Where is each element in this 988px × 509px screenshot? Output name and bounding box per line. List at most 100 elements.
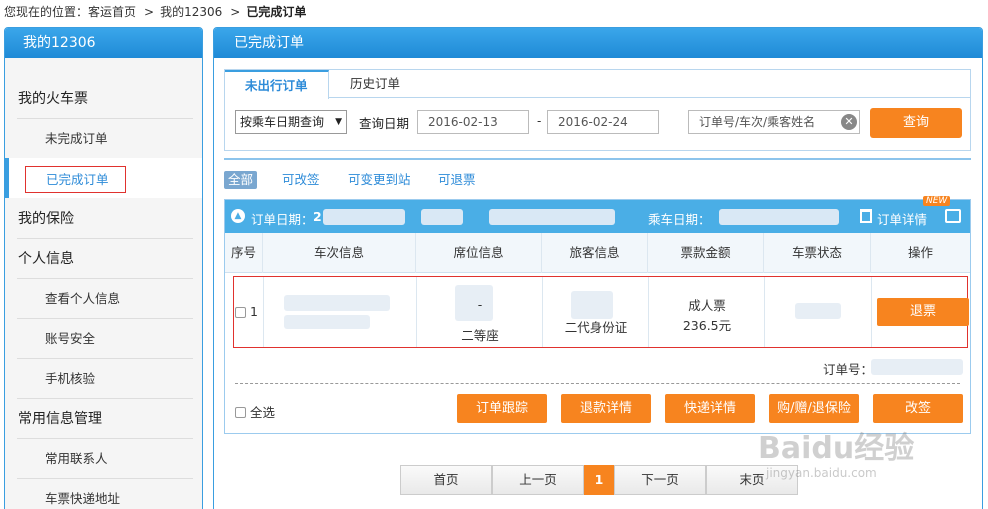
clear-icon[interactable]: ✕ bbox=[841, 114, 857, 130]
breadcrumb-link-home[interactable]: 客运首页 bbox=[88, 5, 136, 19]
order-tabs-box: 未出行订单 历史订单 按乘车日期查询 ▼ 查询日期 2016-02-13 - 2… bbox=[224, 69, 971, 151]
sidebar-item-delivery-address[interactable]: 车票快递地址 bbox=[17, 479, 193, 509]
select-all-checkbox[interactable] bbox=[235, 407, 246, 418]
col-ticket-status: 车票状态 bbox=[764, 233, 871, 273]
sidebar-item-completed-orders[interactable]: 已完成订单 bbox=[25, 166, 126, 193]
order-search-input[interactable]: 订单号/车次/乘客姓名 ✕ bbox=[688, 110, 860, 134]
row-checkbox[interactable] bbox=[235, 307, 246, 318]
sidebar-title: 我的12306 bbox=[5, 28, 202, 58]
watermark-logo: Baidu经验 bbox=[758, 431, 915, 466]
sidebar-group-common-info[interactable]: 常用信息管理 bbox=[17, 399, 193, 439]
redacted-order-number bbox=[871, 359, 963, 375]
dropdown-arrow-icon: ▼ bbox=[335, 117, 342, 127]
ride-date-label: 乘车日期： bbox=[648, 212, 711, 227]
page-prev-button[interactable]: 上一页 bbox=[492, 465, 584, 495]
breadcrumb-separator: > bbox=[230, 5, 241, 19]
chip-changeable[interactable]: 可改签 bbox=[282, 171, 320, 189]
collapse-icon[interactable]: ▲ bbox=[231, 209, 245, 223]
table-row: 1 - 二等座 二代身份证 成人票 236.5元 退票 bbox=[233, 276, 969, 348]
redacted-ride-date bbox=[719, 209, 839, 225]
order-table-header: 序号 车次信息 席位信息 旅客信息 票款金额 车票状态 操作 bbox=[225, 233, 970, 273]
sidebar-group-train-tickets[interactable]: 我的火车票 bbox=[17, 79, 193, 119]
tab-history-orders[interactable]: 历史订单 bbox=[330, 70, 420, 98]
refund-button[interactable]: 退票 bbox=[877, 298, 969, 326]
order-detail-link[interactable]: 订单详情 bbox=[877, 209, 927, 228]
seat-class: 二等座 bbox=[461, 328, 499, 343]
delivery-detail-button[interactable]: 快递详情 bbox=[665, 394, 755, 423]
order-card: ▲ 订单日期： 2 乘车日期： 订单详情 NEW 序号 车次信息 席位信息 旅客… bbox=[224, 196, 971, 434]
redacted-order-date bbox=[323, 209, 405, 225]
print-icon[interactable] bbox=[945, 209, 961, 223]
redacted-train bbox=[284, 295, 390, 311]
refund-detail-button[interactable]: 退款详情 bbox=[561, 394, 651, 423]
document-icon bbox=[860, 209, 872, 223]
watermark-url: jingyan.baidu.com bbox=[766, 466, 877, 480]
seat-symbol: - bbox=[477, 297, 483, 312]
order-number: 订单号： bbox=[823, 359, 873, 378]
date-to-input[interactable]: 2016-02-24 bbox=[547, 110, 659, 134]
query-date-label: 查询日期 bbox=[359, 116, 410, 131]
query-button[interactable]: 查询 bbox=[870, 108, 962, 138]
insurance-button[interactable]: 购/赠/退保险 bbox=[769, 394, 859, 423]
passenger-id-type: 二代身份证 bbox=[564, 320, 628, 335]
redacted-passenger bbox=[571, 291, 613, 319]
order-header-bar: ▲ 订单日期： 2 乘车日期： 订单详情 NEW bbox=[225, 196, 970, 233]
breadcrumb-link-my12306[interactable]: 我的12306 bbox=[160, 5, 222, 19]
redacted-status bbox=[795, 303, 841, 319]
date-from-input[interactable]: 2016-02-13 bbox=[417, 110, 529, 134]
cell-train-info bbox=[264, 277, 417, 347]
cell-amount: 成人票 236.5元 bbox=[649, 277, 765, 347]
redacted-route bbox=[284, 315, 370, 329]
main-title: 已完成订单 bbox=[214, 28, 982, 58]
sidebar: 我的12306 我的火车票 未完成订单 已完成订单 我的保险 个人信息 查看个人… bbox=[4, 27, 203, 509]
search-placeholder: 订单号/车次/乘客姓名 bbox=[699, 115, 816, 129]
col-seat-info: 席位信息 bbox=[416, 233, 542, 273]
page-current[interactable]: 1 bbox=[584, 465, 614, 495]
col-amount: 票款金额 bbox=[648, 233, 764, 273]
change-ticket-button[interactable]: 改签 bbox=[873, 394, 963, 423]
sidebar-active-indicator bbox=[5, 158, 9, 198]
chip-all[interactable]: 全部 bbox=[224, 171, 258, 189]
sidebar-item-view-personal-info[interactable]: 查看个人信息 bbox=[17, 279, 193, 319]
new-badge: NEW bbox=[923, 196, 951, 206]
breadcrumb-current: 已完成订单 bbox=[246, 5, 307, 19]
date-separator: - bbox=[537, 114, 542, 128]
select-all-label: 全选 bbox=[250, 405, 276, 420]
breadcrumb: 您现在的位置：客运首页 > 我的12306 > 已完成订单 bbox=[4, 3, 306, 20]
sidebar-group-personal-info[interactable]: 个人信息 bbox=[17, 239, 193, 279]
breadcrumb-prefix: 您现在的位置： bbox=[4, 5, 89, 19]
dashed-divider bbox=[235, 383, 960, 384]
sidebar-group-insurance[interactable]: 我的保险 bbox=[17, 199, 193, 239]
col-actions: 操作 bbox=[907, 245, 933, 260]
breadcrumb-separator: > bbox=[144, 5, 155, 19]
track-order-button[interactable]: 订单跟踪 bbox=[457, 394, 547, 423]
query-type-select[interactable]: 按乘车日期查询 ▼ bbox=[235, 110, 347, 134]
row-index: 1 bbox=[250, 304, 258, 319]
order-date-label: 订单日期： bbox=[251, 212, 314, 227]
divider bbox=[224, 158, 971, 160]
order-date-value: 2 bbox=[313, 209, 322, 224]
query-type-value: 按乘车日期查询 bbox=[240, 115, 325, 129]
sidebar-item-account-security[interactable]: 账号安全 bbox=[17, 319, 193, 359]
col-index: 序号 bbox=[225, 233, 263, 273]
cell-ticket-status bbox=[765, 277, 872, 347]
select-all[interactable]: 全选 bbox=[235, 402, 275, 421]
ticket-amount: 236.5元 bbox=[682, 318, 732, 333]
col-passenger-info: 旅客信息 bbox=[542, 233, 648, 273]
page-first-button[interactable]: 首页 bbox=[400, 465, 492, 495]
chip-refundable[interactable]: 可退票 bbox=[438, 171, 476, 189]
redacted-train-info bbox=[489, 209, 615, 225]
chip-change-destination[interactable]: 可变更到站 bbox=[348, 171, 411, 189]
sidebar-item-unfinished-orders[interactable]: 未完成订单 bbox=[17, 119, 193, 159]
redacted-order-time bbox=[421, 209, 463, 225]
sidebar-item-contacts[interactable]: 常用联系人 bbox=[17, 439, 193, 479]
cell-passenger-info: 二代身份证 bbox=[543, 277, 649, 347]
sidebar-item-phone-verify[interactable]: 手机核验 bbox=[17, 359, 193, 399]
ticket-type: 成人票 bbox=[688, 298, 726, 313]
cell-seat-info: - 二等座 bbox=[417, 277, 543, 347]
page-next-button[interactable]: 下一页 bbox=[614, 465, 706, 495]
tab-bar: 未出行订单 历史订单 bbox=[225, 70, 970, 99]
tab-upcoming-orders[interactable]: 未出行订单 bbox=[225, 70, 329, 99]
order-number-label: 订单号： bbox=[823, 362, 874, 377]
cell-index: 1 bbox=[234, 277, 264, 347]
